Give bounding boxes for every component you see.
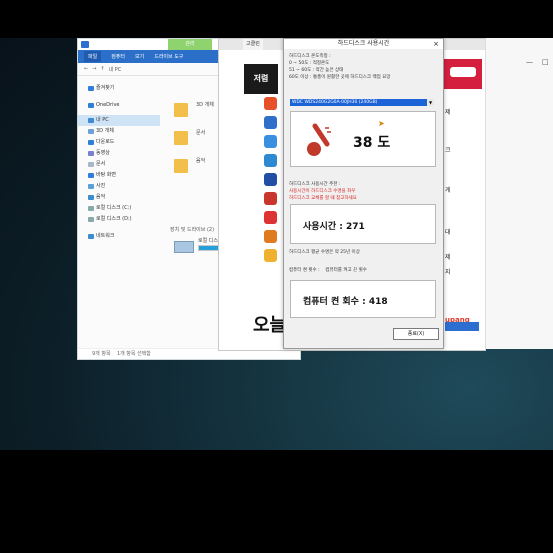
- side-text: 지: [445, 269, 451, 276]
- photo-bottom-dark-band: [0, 450, 553, 553]
- hdd-usage-dialog: 하드디스크 사용시간 × 하드디스크 온도측정 : 0 ~ 50도 : 적정온도…: [283, 38, 444, 349]
- dialog-titlebar: 하드디스크 사용시간 ×: [284, 39, 443, 49]
- folder-icon: [174, 159, 188, 173]
- side-text: 제: [445, 109, 451, 116]
- app-icon-column: [264, 97, 278, 268]
- app-icon-7[interactable]: [264, 211, 277, 224]
- temperature-panel: 38 도 ➤: [290, 111, 436, 167]
- nav-item-documents[interactable]: 문서: [78, 159, 160, 170]
- manage-tab[interactable]: 관리: [168, 39, 212, 50]
- ribbon-tab-view[interactable]: 보기: [135, 53, 144, 60]
- browser-right-edge: — □: [485, 38, 553, 349]
- mouse-cursor-icon: ➤: [378, 119, 385, 128]
- ad-logo: [450, 67, 476, 77]
- app-icon-8[interactable]: [264, 230, 277, 243]
- back-arrow-icon[interactable]: ←: [84, 66, 88, 72]
- app-icon-1[interactable]: [264, 97, 277, 110]
- star-icon: [88, 86, 94, 91]
- nav-item-downloads[interactable]: 다운로드: [78, 137, 160, 148]
- usage-time-panel: 사용시간 : 271: [290, 204, 436, 244]
- chevron-down-icon[interactable]: ▼: [427, 99, 434, 106]
- music-icon: [88, 195, 94, 200]
- cloud-icon: [88, 103, 94, 108]
- app-icon-5[interactable]: [264, 173, 277, 186]
- pc-icon: [88, 118, 94, 123]
- drive-icon: [174, 241, 194, 253]
- forward-arrow-icon[interactable]: →: [92, 66, 96, 72]
- cube-icon: [88, 129, 94, 134]
- nav-item-videos[interactable]: 동영상: [78, 148, 160, 159]
- disk-icon: [88, 217, 94, 222]
- minimize-icon[interactable]: —: [526, 58, 533, 66]
- disk-select-dropdown[interactable]: WDC WDS240G2G0A-00JH30 (240GB) ▼: [290, 99, 434, 106]
- ad-banner[interactable]: 저렴: [244, 64, 278, 94]
- download-icon: [88, 140, 94, 145]
- nav-item-3d-objects[interactable]: 3D 개체: [78, 126, 160, 137]
- folder-icon: [174, 103, 188, 117]
- app-icon-6[interactable]: [264, 192, 277, 205]
- address-path: 내 PC: [108, 66, 122, 73]
- ribbon-tab-file[interactable]: 파일: [84, 51, 102, 62]
- temperature-value: 38 도: [353, 135, 391, 151]
- devices-group-header[interactable]: 장치 및 드라이브 (2): [170, 226, 214, 233]
- close-icon[interactable]: ×: [433, 39, 439, 49]
- app-icon-9[interactable]: [264, 249, 277, 262]
- document-icon: [88, 162, 94, 167]
- app-icon-4[interactable]: [264, 154, 277, 167]
- nav-item-pictures[interactable]: 사진: [78, 181, 160, 192]
- sidebar-ad[interactable]: [444, 59, 482, 89]
- up-arrow-icon[interactable]: ↑: [100, 66, 104, 72]
- network-icon: [88, 234, 94, 239]
- quick-access-icon[interactable]: [81, 41, 89, 48]
- nav-item-disk-d[interactable]: 로컬 디스크 (D:): [78, 214, 160, 225]
- dialog-title: 하드디스크 사용시간: [337, 40, 390, 47]
- temperature-legend: 하드디스크 온도측정 : 0 ~ 50도 : 적정온도 51 ~ 60도 : 약…: [289, 54, 391, 80]
- disk-icon: [88, 206, 94, 211]
- side-text: 대: [445, 229, 451, 236]
- nav-item-onedrive[interactable]: OneDrive: [78, 100, 160, 111]
- nav-item-favorites[interactable]: 즐겨찾기: [78, 83, 160, 94]
- maximize-icon[interactable]: □: [542, 58, 549, 66]
- app-icon-3[interactable]: [264, 135, 277, 148]
- picture-icon: [88, 184, 94, 189]
- side-text: 제: [445, 254, 451, 261]
- usage-recommendation: 하드디스크 사용시간 추천 : 사용시간이 하드디스크 수명을 좌우 하드디스크…: [289, 182, 357, 201]
- nav-item-network[interactable]: 네트워크: [78, 231, 160, 242]
- power-count-label: 컴퓨터 켠 횟수 : 컴퓨터를 켜고 끈 횟수: [289, 268, 367, 273]
- side-text: 게: [445, 187, 451, 194]
- nav-item-music[interactable]: 음악: [78, 192, 160, 203]
- photo-top-dark-band: [0, 0, 553, 38]
- app-icon-2[interactable]: [264, 116, 277, 129]
- ribbon-tab-drive-tools[interactable]: 드라이브 도구: [154, 53, 183, 60]
- desktop-icon: [88, 173, 94, 178]
- page-big-text: 오늘: [253, 315, 287, 336]
- navigation-pane: 즐겨찾기 OneDrive 내 PC 3D 개체 다운로드 동영상 문서 바탕 …: [78, 81, 160, 346]
- power-count-panel: 컴퓨터 켠 회수 : 418: [290, 280, 436, 318]
- video-icon: [88, 151, 94, 156]
- average-lifespan-text: 하드디스크 평균 수명은 약 25년 이상: [289, 250, 360, 255]
- coupang-ad[interactable]: upang: [445, 307, 479, 333]
- coupang-button[interactable]: [445, 322, 479, 331]
- nav-item-this-pc[interactable]: 내 PC: [78, 115, 160, 126]
- nav-item-desktop[interactable]: 바탕 화면: [78, 170, 160, 181]
- side-text: 크: [445, 147, 451, 154]
- power-count-value: 컴퓨터 켠 회수 : 418: [303, 297, 388, 307]
- ribbon-tab-computer[interactable]: 컴퓨터: [111, 53, 125, 60]
- nav-item-disk-c[interactable]: 로컬 디스크 (C:): [78, 203, 160, 214]
- browser-tab[interactable]: 고클린: [243, 39, 263, 50]
- thermometer-icon: [307, 123, 331, 156]
- exit-button[interactable]: 종료(X): [393, 328, 439, 340]
- usage-time-value: 사용시간 : 271: [303, 222, 365, 232]
- folder-icon: [174, 131, 188, 145]
